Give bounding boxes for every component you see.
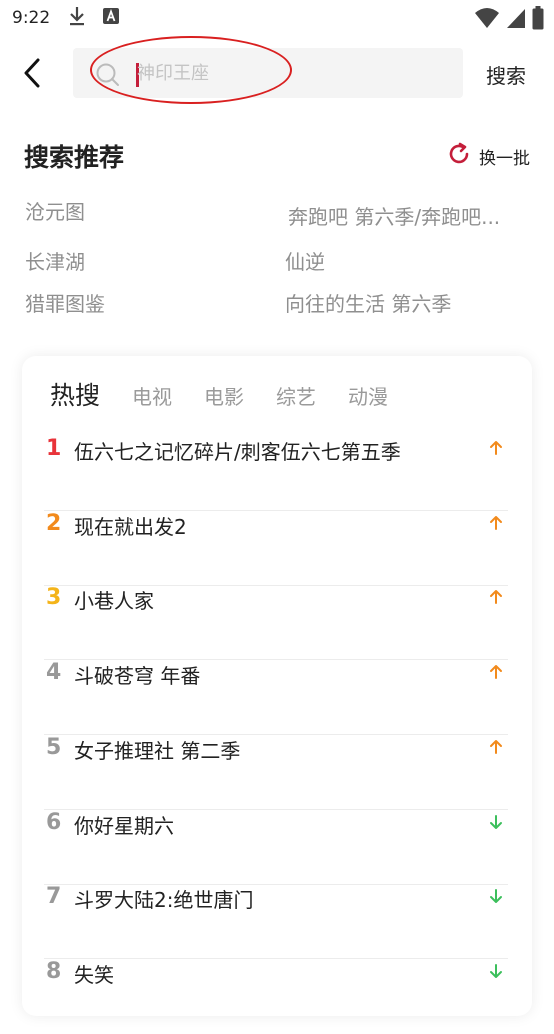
recommend-item[interactable]: 猎罪图鉴 (25, 288, 105, 317)
recommend-title: 搜索推荐 (24, 143, 125, 172)
rank-number: 2 (46, 511, 62, 536)
back-arrow-icon (24, 58, 40, 88)
recommend-item[interactable]: 奔跑吧 第六季/奔跑吧... (288, 201, 500, 230)
hot-list-item[interactable]: 6 你好星期六 (44, 810, 508, 885)
search-icon (95, 62, 121, 92)
recommend-item[interactable]: 向往的生活 第六季 (285, 288, 451, 317)
hot-item-title: 伍六七之记忆碎片/刺客伍六七第五季 (74, 440, 401, 464)
hot-item-title: 你好星期六 (74, 814, 174, 838)
hot-list-item[interactable]: 8 失笑 (44, 959, 508, 1034)
rank-number: 6 (46, 810, 62, 835)
hot-list-item[interactable]: 4 斗破苍穹 年番 (44, 660, 508, 735)
trend-up-icon (488, 662, 504, 686)
a-icon (102, 7, 120, 29)
hot-search-card: 热搜 电视 电影 综艺 动漫 1 伍六七之记忆碎片/刺客伍六七第五季 2 现在就… (22, 356, 532, 1016)
hot-item-title: 小巷人家 (74, 589, 154, 613)
hot-list-item[interactable]: 1 伍六七之记忆碎片/刺客伍六七第五季 (44, 436, 508, 511)
hot-item-title: 现在就出发2 (74, 515, 187, 539)
recommend-item[interactable]: 长津湖 (25, 246, 85, 275)
category-tabs: 热搜 电视 电影 综艺 动漫 (50, 376, 420, 412)
rank-number: 8 (46, 959, 62, 984)
refresh-button[interactable]: 换一批 (447, 142, 530, 170)
search-button[interactable]: 搜索 (486, 60, 526, 89)
trend-down-icon (488, 886, 504, 910)
trend-down-icon (488, 812, 504, 836)
hot-item-title: 女子推理社 第二季 (74, 739, 241, 763)
hot-list-item[interactable]: 7 斗罗大陆2:绝世唐门 (44, 884, 508, 959)
refresh-icon (447, 142, 471, 170)
wifi-icon (474, 7, 500, 33)
battery-icon (532, 6, 544, 34)
signal-icon (506, 7, 526, 33)
hot-list-item[interactable]: 3 小巷人家 (44, 585, 508, 660)
rank-number: 3 (46, 585, 62, 610)
tab-movie[interactable]: 电影 (204, 381, 244, 412)
rank-number: 5 (46, 735, 62, 760)
recommend-item[interactable]: 仙逆 (285, 246, 325, 275)
recommend-item[interactable]: 沧元图 (25, 196, 85, 225)
hot-item-title: 斗破苍穹 年番 (74, 664, 201, 688)
trend-up-icon (488, 587, 504, 611)
download-icon (68, 5, 86, 31)
tab-hot[interactable]: 热搜 (50, 376, 100, 412)
search-box[interactable] (73, 48, 463, 98)
trend-up-icon (488, 513, 504, 537)
recommend-header: 搜索推荐 换一批 (24, 138, 534, 174)
search-bar: 搜索 (0, 44, 554, 102)
refresh-label: 换一批 (479, 148, 530, 169)
rank-number: 1 (46, 436, 62, 461)
tab-anime[interactable]: 动漫 (348, 381, 388, 412)
hot-list-item[interactable]: 2 现在就出发2 (44, 511, 508, 586)
status-time: 9:22 (12, 8, 51, 28)
trend-up-icon (488, 737, 504, 761)
rank-number: 7 (46, 884, 62, 909)
back-button[interactable] (18, 56, 46, 90)
status-bar: 9:22 (0, 0, 554, 36)
hot-item-title: 斗罗大陆2:绝世唐门 (74, 888, 254, 912)
hot-list-item[interactable]: 5 女子推理社 第二季 (44, 735, 508, 810)
trend-up-icon (488, 438, 504, 462)
search-input[interactable] (137, 48, 437, 98)
tab-variety[interactable]: 综艺 (276, 381, 316, 412)
tab-tv[interactable]: 电视 (132, 381, 172, 412)
trend-down-icon (488, 961, 504, 985)
rank-number: 4 (46, 660, 62, 685)
